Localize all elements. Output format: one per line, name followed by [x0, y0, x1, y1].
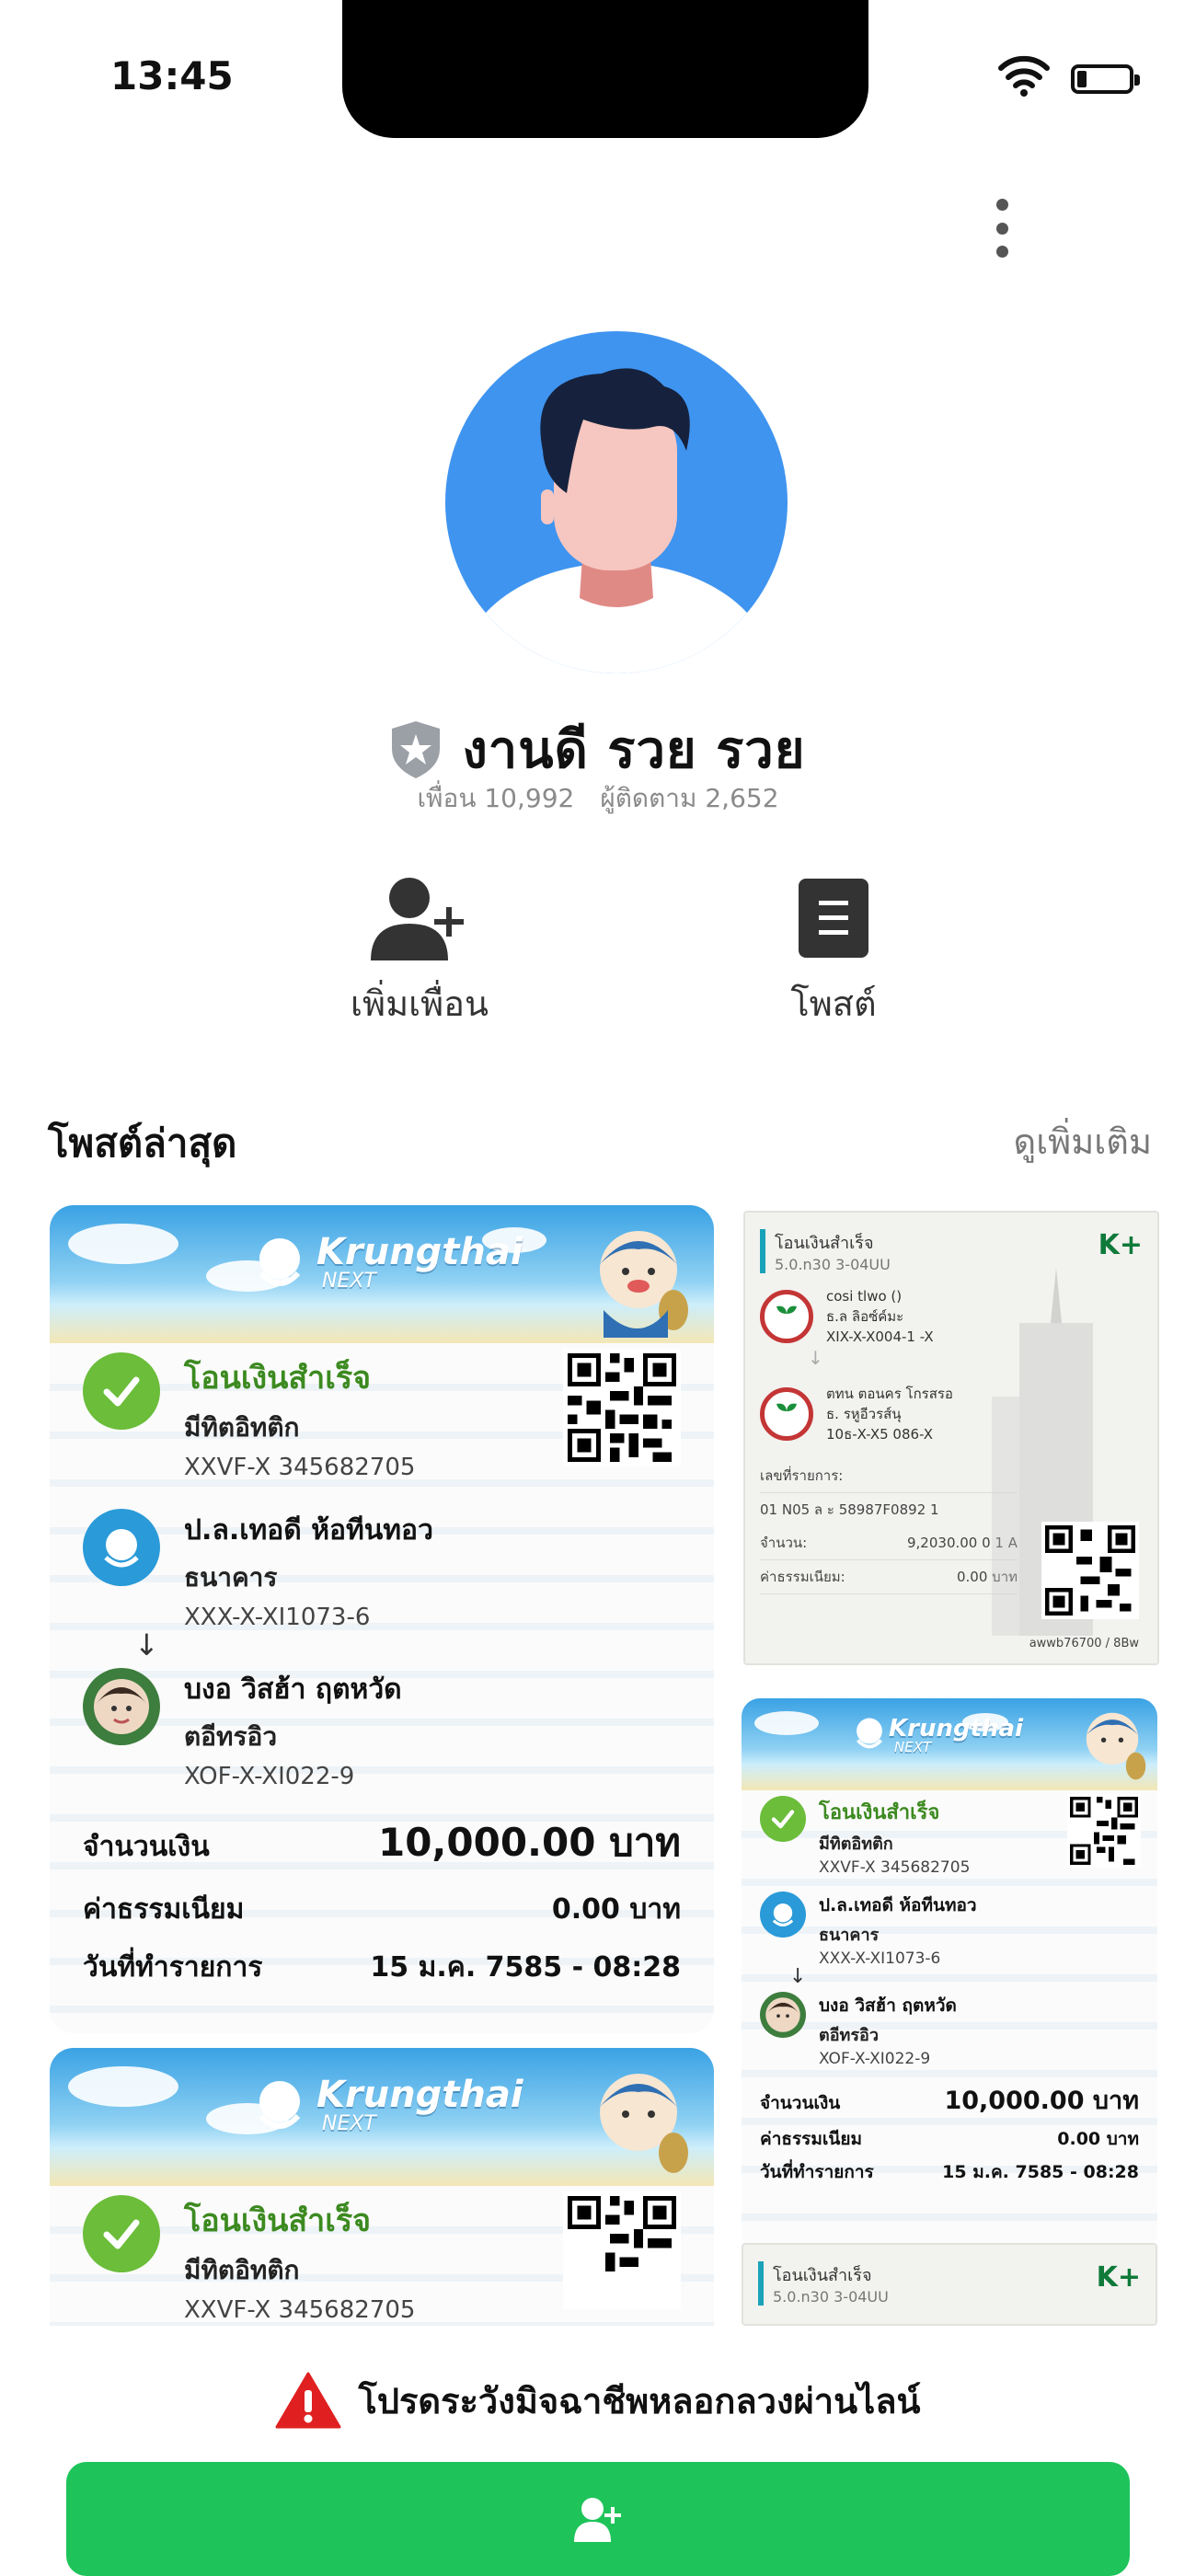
slip-banner: Krungthai NEXT	[50, 1205, 714, 1343]
wifi-icon	[998, 55, 1050, 97]
slip-to-bank-sub: ธนาคาร	[184, 1562, 278, 1593]
slip-from-account: XXVF-X 345682705	[184, 2296, 416, 2324]
scam-warning: โปรดระวังมิจฉาชีพหลอกลวงผ่านไลน์	[0, 2372, 1196, 2429]
see-more-link[interactable]: ดูเพิ่มเติม	[1014, 1113, 1152, 1169]
followers-count[interactable]: ผู้ติดตาม 2,652	[600, 783, 778, 813]
slip-recipient: บงอ วิสฮ้า ฤตหวัด ตอีทรอิว XOF-X-XI022-9	[760, 1986, 1139, 2068]
post-card-slip-small[interactable]: Krungthai NEXT โอนเงินสำเร็จ มีทิตอิทติก…	[742, 1698, 1157, 2250]
slip-sender: โอนเงินสำเร็จ มีทิตอิทติก XXVF-X 3456827…	[83, 1343, 681, 1481]
recipient-avatar-icon	[83, 1668, 160, 1745]
warning-icon	[275, 2372, 341, 2429]
slip-from-account: XXVF-X 345682705	[184, 1454, 416, 1481]
check-icon	[83, 1352, 160, 1430]
camera-notch	[342, 0, 868, 138]
banner-logo-text: Krungthai NEXT	[889, 1715, 1023, 1755]
check-icon	[760, 1796, 806, 1842]
avatar[interactable]	[445, 331, 788, 673]
krungthai-logo-icon	[259, 1238, 301, 1286]
banner-logo-text: Krungthai NEXT	[316, 2074, 523, 2135]
slip-date-row: วันที่ทำรายการ 15 ม.ค. 7585 - 08:28	[83, 1951, 681, 1984]
shield-badge-icon	[392, 720, 441, 778]
add-person-icon	[371, 878, 464, 960]
receipt-amount-row: จำนวน: 9,2030.00 0 1 A	[760, 1526, 1018, 1560]
receipt-title: โอนเงินสำเร็จ 5.0.n30 3-04UU	[758, 2261, 889, 2306]
add-friend-button[interactable]: เพิ่มเพื่อน	[300, 874, 539, 1031]
slip-status: โอนเงินสำเร็จ	[184, 2202, 372, 2239]
mascot-icon	[600, 2074, 688, 2173]
more-options-button[interactable]	[988, 199, 1016, 258]
slip-amount-row: จำนวนเงิน 10,000.00 บาท	[760, 2087, 1139, 2115]
bank-icon	[83, 1509, 160, 1586]
post-card-slip-2[interactable]: KrungthaiNEXT โอนเงินสำเร็จ มีทิตอิทติก	[50, 2048, 714, 2326]
qr-code	[1041, 1522, 1139, 1619]
status-time: 13:45	[110, 53, 234, 98]
slip-amount-row: จำนวนเงิน 10,000.00 บาท	[83, 1820, 681, 1865]
mascot-icon	[1086, 1712, 1146, 1780]
kasikorn-logo-icon	[760, 1290, 813, 1343]
slip-status: โอนเงินสำเร็จ	[184, 1360, 372, 1397]
arrow-down-icon: ↓	[789, 1965, 807, 1988]
arrow-down-icon: ↓	[134, 1627, 159, 1662]
slip-to-bank-account: XXX-X-XI1073-6	[184, 1604, 371, 1631]
mascot-icon	[600, 1231, 688, 1338]
slip-from-name: มีทิตอิทติก	[184, 2255, 300, 2285]
slip-recipient: บงอ วิสฮ้า ฤตหวัด ตอีทรอิว XOF-X-XI022-9	[83, 1659, 681, 1790]
latest-posts-title: โพสต์ล่าสุด	[48, 1121, 237, 1166]
bank-icon	[760, 1892, 806, 1938]
krungthai-logo-icon	[259, 2081, 301, 2129]
post-card-receipt[interactable]: โอนเงินสำเร็จ 5.0.n30 3-04UU K+ cosi tlwo…	[743, 1211, 1159, 1665]
person-avatar-icon	[460, 368, 773, 673]
slip-fee-row: ค่าธรรมเนียม 0.00 บาท	[83, 1893, 681, 1926]
slip-fee-row: ค่าธรรมเนียม 0.00 บาท	[760, 2129, 1139, 2149]
slip-banner-2: Krungthai NEXT	[50, 2048, 714, 2186]
add-friend-bottom-button[interactable]	[66, 2462, 1130, 2576]
post-label: โพสต์	[790, 983, 877, 1024]
friends-count[interactable]: เพื่อน 10,992	[417, 783, 574, 813]
slip-to-person-name: บงอ วิสฮ้า ฤตหวัด	[184, 1673, 402, 1706]
receipt-fee-row: ค่าธรรมเนียม: 0.00 บาท	[760, 1560, 1018, 1594]
document-icon	[799, 879, 868, 958]
slip-from-name: มีทิตอิทติก	[184, 1412, 300, 1443]
post-button[interactable]: โพสต์	[714, 874, 953, 1031]
receipt-footer-code: awwb76700 / 8Bw	[1029, 1637, 1139, 1650]
warning-text: โปรดระวังมิจฉาชีพหลอกลวงผ่านไลน์	[358, 2380, 921, 2421]
slip-bank: ป.ล.เทอดี ห้อทีนทอว ธนาคาร XXX-X-XI1073-…	[83, 1500, 681, 1631]
kplus-logo: K+	[1096, 2261, 1141, 2294]
slip-sender: โอนเงินสำเร็จ มีทิตอิทติก XXVF-X 3456827…	[83, 2186, 681, 2324]
slip-bank: ป.ล.เทอดี ห้อทีนทอว ธนาคาร XXX-X-XI1073-…	[760, 1886, 1139, 1968]
add-person-icon	[574, 2498, 621, 2542]
check-icon	[83, 2195, 160, 2272]
slip-banner-small: Krungthai NEXT	[742, 1698, 1157, 1790]
slip-date-row: วันที่ทำรายการ 15 ม.ค. 7585 - 08:28	[760, 2162, 1139, 2182]
slip-to-person-account: XOF-X-XI022-9	[184, 1763, 355, 1790]
slip-sender: โอนเงินสำเร็จ มีทิตอิทติก XXVF-X 3456827…	[760, 1790, 1139, 1877]
kplus-logo: K+	[1098, 1229, 1143, 1261]
receipt-title: โอนเงินสำเร็จ 5.0.n30 3-04UU	[760, 1229, 891, 1273]
post-card-slip[interactable]: Krungthai NEXT โอนเงินสำเร็จ มีทิตอิทติก…	[50, 1205, 714, 2033]
kasikorn-logo-icon	[760, 1387, 813, 1441]
slip-to-person-sub: ตอีทรอิว	[184, 1721, 278, 1752]
battery-icon	[1071, 64, 1140, 94]
krungthai-logo-icon	[856, 1718, 883, 1749]
recipient-avatar-icon	[760, 1992, 806, 2038]
receipt-ref-row: เลขที่รายการ:	[760, 1459, 1018, 1493]
post-card-receipt-2[interactable]: โอนเงินสำเร็จ 5.0.n30 3-04UU K+	[742, 2243, 1157, 2326]
banner-logo-text: Krungthai NEXT	[316, 1231, 523, 1293]
profile-stats: เพื่อน 10,992 ผู้ติดตาม 2,652	[0, 778, 1196, 819]
slip-to-bank-name: ป.ล.เทอดี ห้อทีนทอว	[184, 1514, 433, 1547]
add-friend-label: เพิ่มเพื่อน	[351, 983, 489, 1024]
